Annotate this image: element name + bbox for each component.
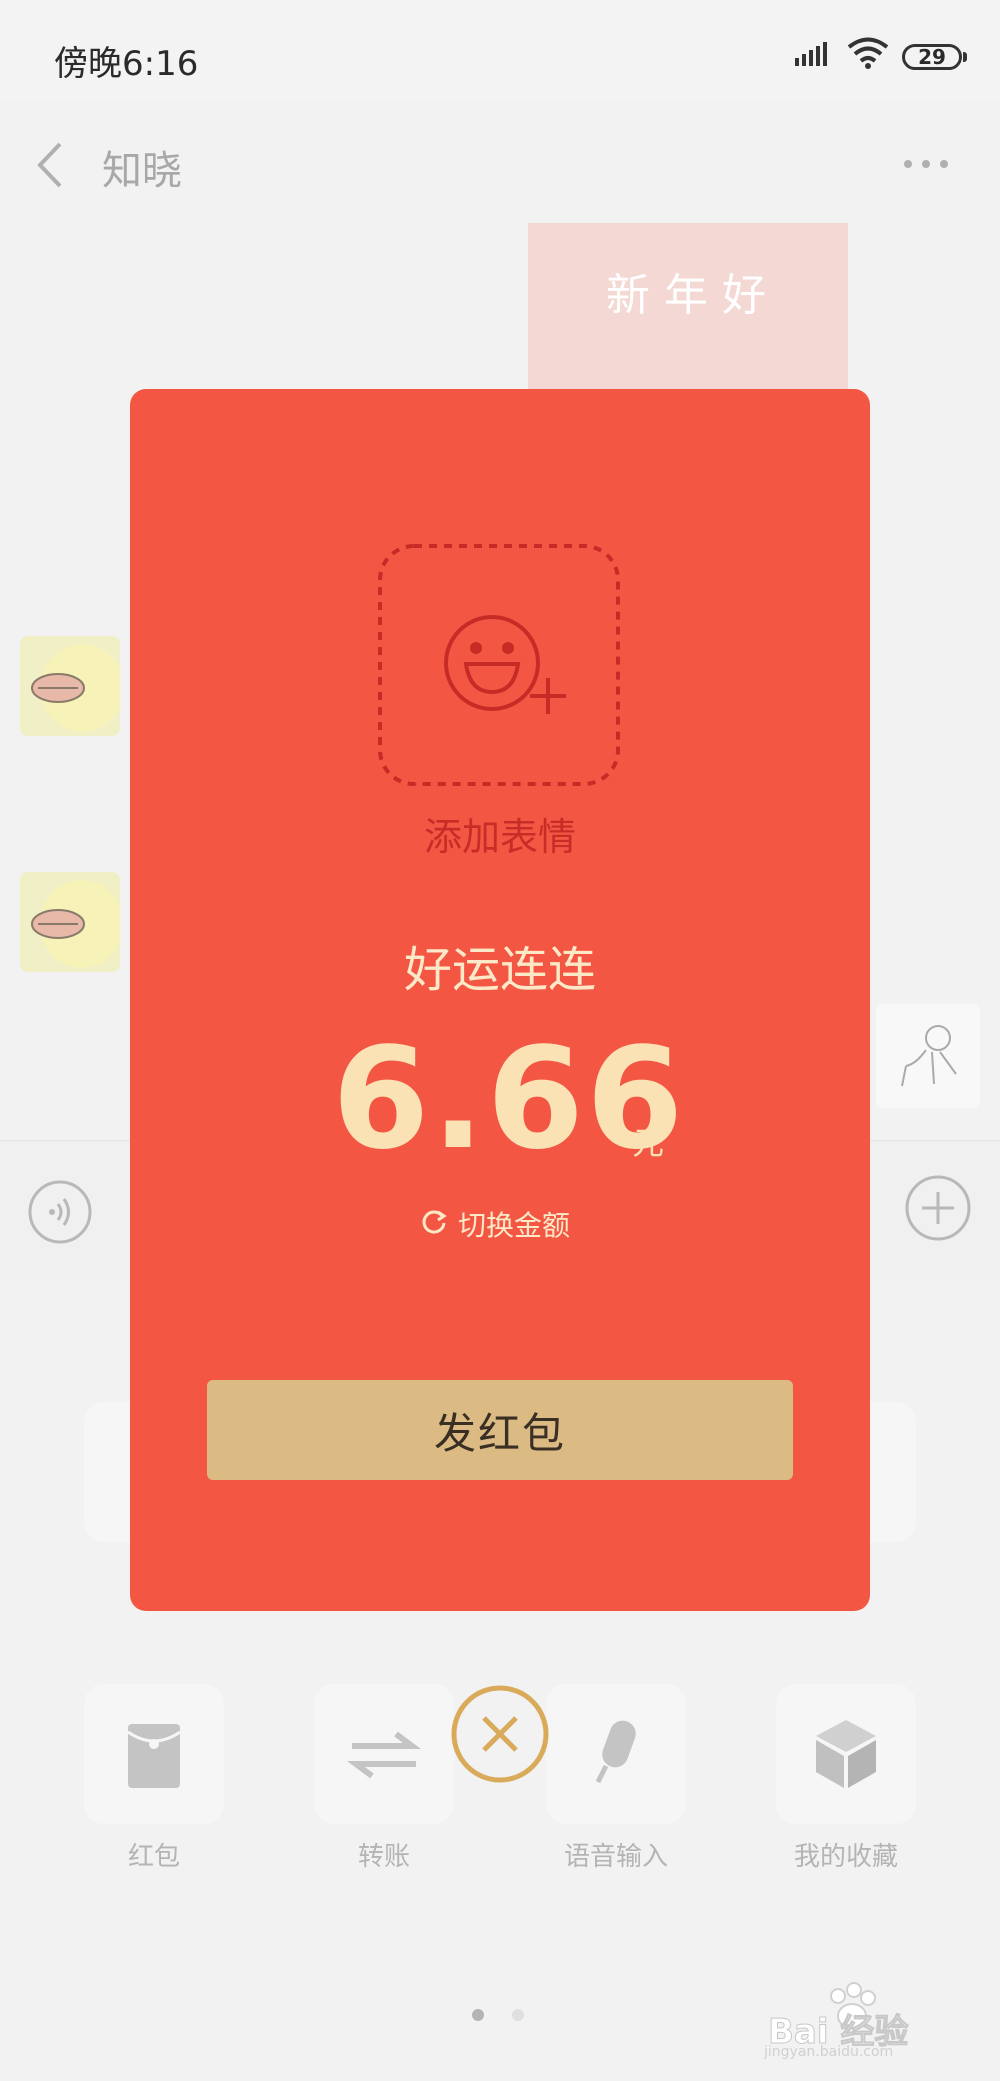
baidu-jingyan-watermark: Bai 经验 jingyan.baidu.com — [760, 1960, 980, 2060]
add-emoji-label: 添加表情 — [423, 815, 576, 859]
wifi-icon — [847, 37, 889, 69]
doodle-sticker-icon — [901, 1025, 957, 1087]
avatar[interactable] — [20, 636, 120, 736]
transfer-icon — [347, 1731, 421, 1779]
watermark-url: jingyan.baidu.com — [764, 2044, 894, 2060]
panel-item-red-packet[interactable] — [84, 1684, 224, 1824]
panel-item-favorites[interactable] — [776, 1684, 916, 1824]
close-icon[interactable] — [450, 1684, 550, 1784]
battery-indicator: 29 — [902, 44, 962, 70]
panel-label: 我的收藏 — [793, 1842, 898, 1872]
more-options-icon[interactable] — [902, 150, 950, 178]
amount-unit: 元 — [632, 1124, 665, 1162]
panel-label: 转账 — [357, 1842, 410, 1872]
sticker-message[interactable]: 新年好 — [528, 223, 848, 393]
duck-avatar-icon — [31, 880, 120, 968]
blessing-text: 好运连连 — [403, 942, 596, 998]
panel-item-transfer[interactable] — [314, 1684, 454, 1824]
smiley-plus-icon — [444, 615, 566, 714]
add-emoji-button[interactable] — [376, 542, 622, 788]
signal-icon — [795, 42, 827, 66]
switch-amount-link[interactable]: 切换金额 — [300, 1200, 700, 1244]
page-indicator-dot — [512, 2009, 524, 2021]
panel-label: 语音输入 — [563, 1842, 668, 1872]
status-time: 傍晚6:16 — [54, 44, 199, 84]
microphone-icon — [595, 1720, 636, 1784]
cube-icon — [816, 1720, 876, 1788]
red-packet-icon — [127, 1724, 181, 1788]
panel-label: 红包 — [127, 1842, 180, 1872]
back-arrow-icon[interactable] — [32, 140, 68, 190]
battery-tip — [963, 52, 967, 62]
send-red-packet-button[interactable]: 发红包 — [207, 1380, 793, 1480]
sticker-message[interactable] — [876, 1004, 980, 1108]
sticker-message-text: 新年好 — [606, 270, 780, 321]
switch-amount-label: 切换金额 — [458, 1209, 571, 1242]
avatar[interactable] — [20, 872, 120, 972]
plus-icon[interactable] — [904, 1174, 972, 1242]
duck-avatar-icon — [31, 644, 120, 732]
amount-display: 6.66 元 — [200, 1020, 800, 1180]
chat-title: 知晓 — [102, 148, 182, 194]
voice-mode-icon[interactable] — [28, 1180, 92, 1244]
panel-item-voice-input[interactable] — [546, 1684, 686, 1824]
refresh-icon — [422, 1210, 447, 1234]
page-indicator-dot — [472, 2009, 484, 2021]
